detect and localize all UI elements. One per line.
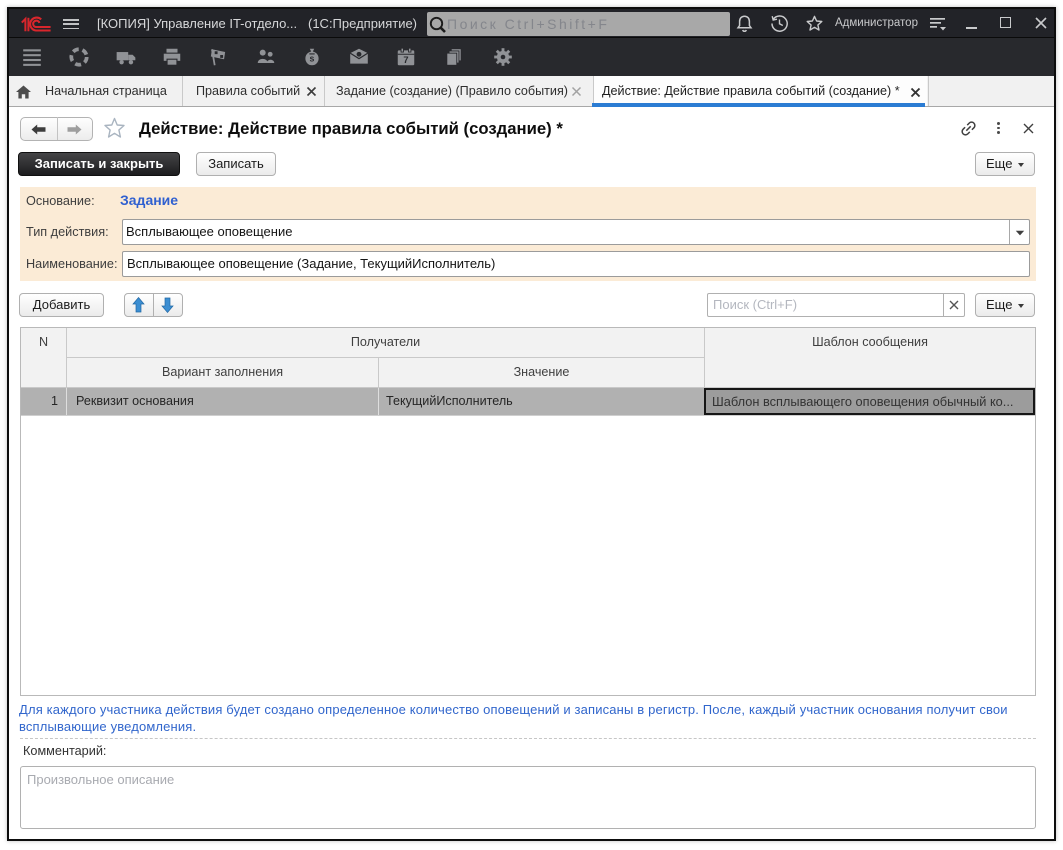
svg-text:7: 7 — [403, 55, 408, 65]
svg-text:s: s — [310, 53, 315, 63]
